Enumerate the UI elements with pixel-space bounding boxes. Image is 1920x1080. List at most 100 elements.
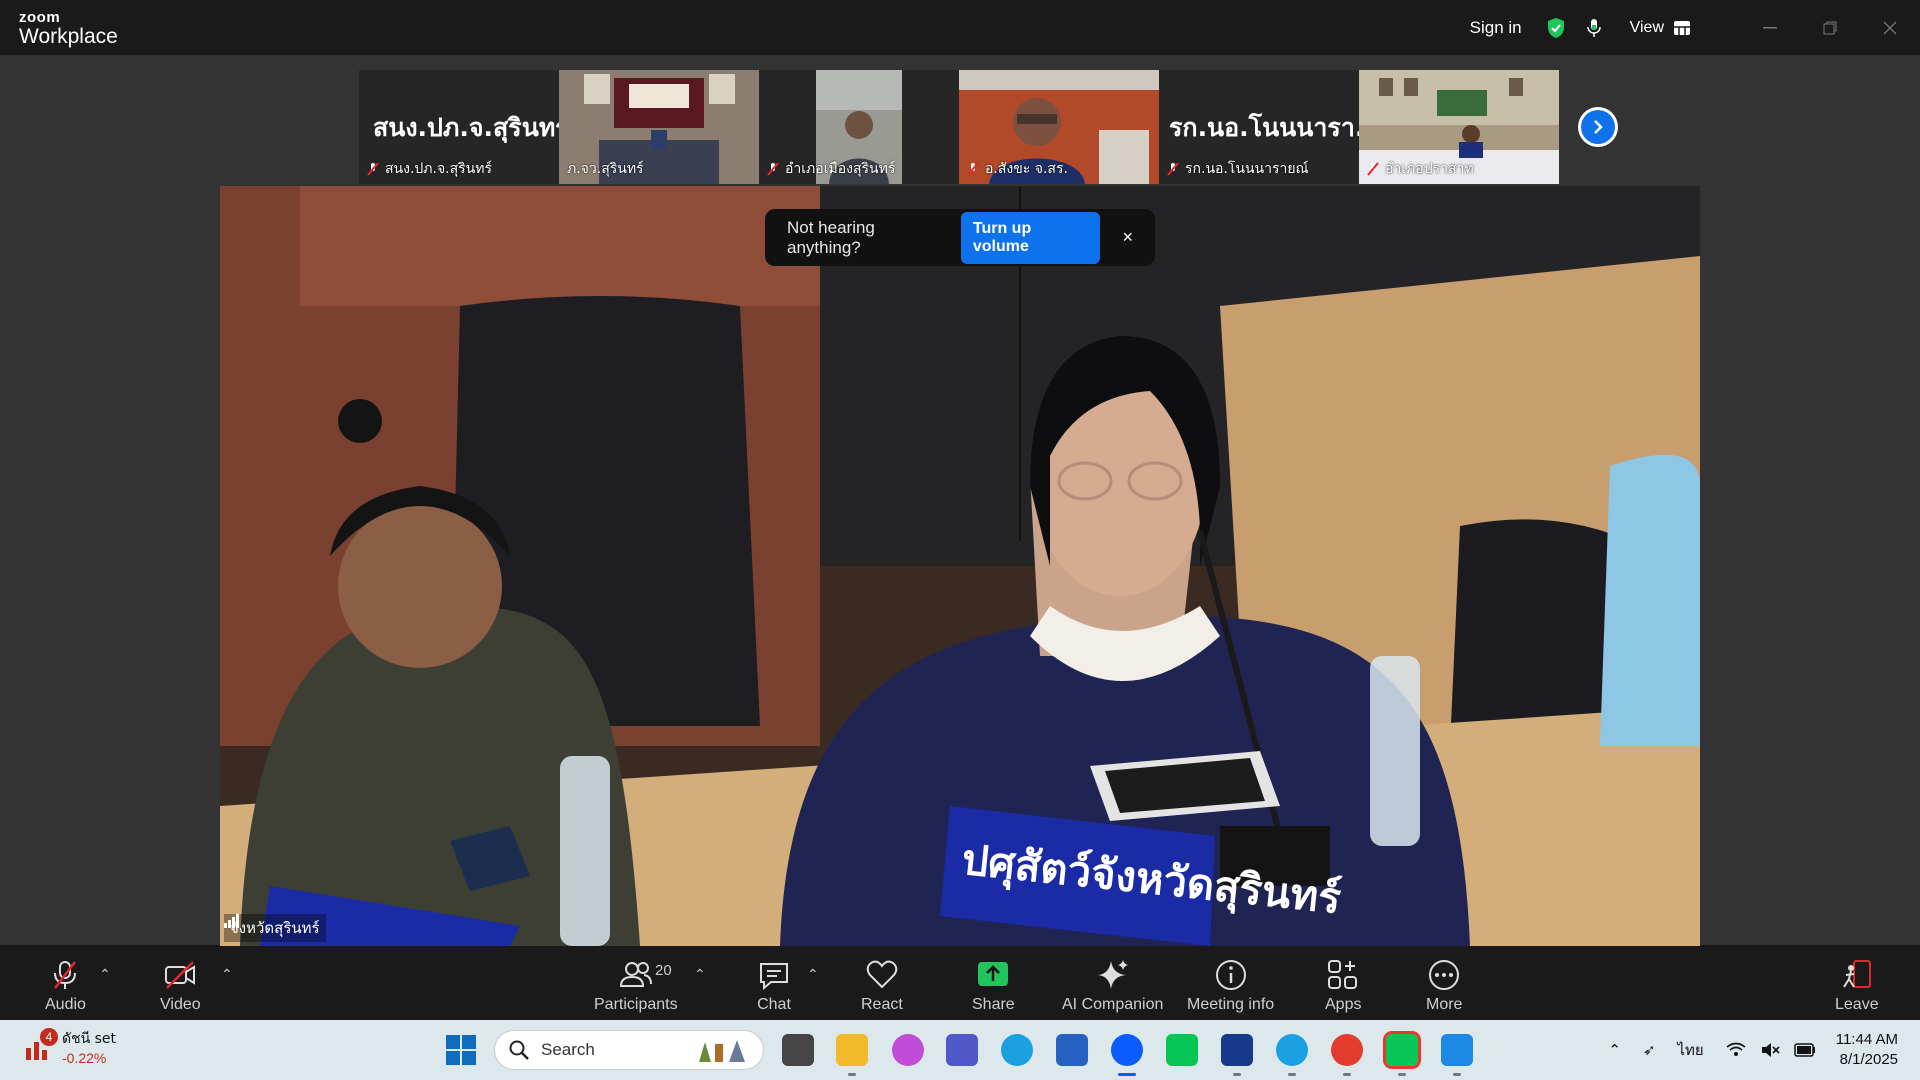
- network-status-icon[interactable]: ➶: [1643, 1041, 1656, 1059]
- participant-label: สนง.ปภ.จ.สุรินทร์: [367, 158, 492, 180]
- participant-name: อำเภอปราสาท: [1385, 161, 1474, 177]
- turn-up-volume-button[interactable]: Turn up volume: [960, 211, 1101, 264]
- teams-icon[interactable]: [946, 1034, 978, 1066]
- video-off-icon: [165, 961, 196, 989]
- signal-strength-icon: [224, 914, 239, 928]
- encryption-shield-icon[interactable]: [1546, 17, 1566, 39]
- apps-icon: [1328, 960, 1358, 989]
- chat-bubble-icon: [760, 963, 788, 991]
- maximize-button[interactable]: [1800, 0, 1860, 55]
- mic-activity-icon: [1586, 18, 1601, 37]
- leave-icon: [1842, 960, 1871, 988]
- stock-widget[interactable]: 4 ดัชนี set -0.22%: [24, 1028, 116, 1066]
- minimize-button[interactable]: [1740, 0, 1800, 55]
- photos-icon[interactable]: [1441, 1034, 1473, 1066]
- line-app-icon[interactable]: [1166, 1034, 1198, 1066]
- chat-button[interactable]: Chat: [757, 946, 791, 1020]
- edge-icon[interactable]: [1001, 1034, 1033, 1066]
- ai-companion-button[interactable]: AI Companion: [1062, 946, 1163, 1020]
- logo-bottom-text: Workplace: [19, 25, 118, 48]
- title-bar: zoom Workplace Sign in View: [0, 0, 1920, 55]
- apps-label: Apps: [1325, 996, 1362, 1013]
- audio-label: Audio: [45, 996, 86, 1013]
- system-tray: ⌃ ➶ ไทย 11:44 AM 8/1/2025: [1608, 1020, 1920, 1080]
- audio-options-caret[interactable]: ⌃: [99, 966, 111, 983]
- participant-tile[interactable]: สนง.ปภ.จ.สุรินทร์ สนง.ปภ.จ.สุรินทร์: [359, 70, 559, 184]
- clock[interactable]: 11:44 AM 8/1/2025: [1836, 1030, 1898, 1070]
- view-button[interactable]: View: [1630, 19, 1690, 37]
- participants-count: 20: [655, 962, 672, 979]
- close-window-button[interactable]: [1860, 0, 1920, 55]
- share-button[interactable]: Share: [972, 946, 1015, 1020]
- muted-mic-icon: [1167, 162, 1179, 176]
- volume-muted-icon[interactable]: [1760, 1042, 1780, 1058]
- video-button[interactable]: Video: [160, 946, 201, 1020]
- participant-label: อำเภอปราสาท: [1367, 158, 1474, 180]
- line-app-active-icon[interactable]: [1383, 1031, 1421, 1069]
- toast-close-button[interactable]: ×: [1122, 227, 1133, 248]
- show-hidden-icons-chevron[interactable]: ⌃: [1608, 1041, 1621, 1059]
- muted-mic-icon: [967, 162, 979, 176]
- clock-date: 8/1/2025: [1839, 1051, 1898, 1068]
- participant-tile[interactable]: ภ.จว.สุรินทร์: [559, 70, 759, 184]
- more-label: More: [1426, 996, 1463, 1013]
- stock-change: -0.22%: [62, 1050, 107, 1066]
- task-view-icon[interactable]: [782, 1034, 814, 1066]
- close-icon: [1883, 21, 1897, 34]
- speaker-label: จังหวัดสุรินทร์: [224, 914, 326, 942]
- next-page-button[interactable]: [1578, 107, 1618, 147]
- battery-icon[interactable]: [1793, 1043, 1816, 1057]
- participant-thumbnail-strip: สนง.ปภ.จ.สุรินทร์ สนง.ปภ.จ.สุรินทร์ ภ.จว…: [359, 70, 1559, 184]
- video-options-caret[interactable]: ⌃: [221, 966, 233, 983]
- more-button[interactable]: More: [1426, 946, 1462, 1020]
- word-icon[interactable]: [1221, 1034, 1253, 1066]
- audio-hint-toast: Not hearing anything? Turn up volume ×: [765, 209, 1155, 266]
- chat-options-caret[interactable]: ⌃: [807, 966, 819, 983]
- muted-mic-icon: [54, 961, 77, 989]
- sign-in-link[interactable]: Sign in: [1470, 18, 1522, 38]
- ai-companion-label: AI Companion: [1062, 996, 1164, 1013]
- windows-taskbar: 4 ดัชนี set -0.22% Search ⌃ ➶ ไทย 11:44 …: [0, 1020, 1920, 1080]
- edge-beta-icon[interactable]: [1276, 1034, 1308, 1066]
- taskbar-search-input[interactable]: Search: [494, 1030, 764, 1070]
- participants-icon: [619, 962, 652, 987]
- minimize-icon: [1763, 26, 1777, 28]
- participant-name: อำเภอเมืองสุรินทร์: [785, 161, 896, 177]
- participant-tile[interactable]: อำเภอเมืองสุรินทร์: [759, 70, 959, 184]
- react-button[interactable]: React: [861, 946, 903, 1020]
- participant-display-name: รก.นอ.โนนนารา...: [1169, 113, 1359, 142]
- participant-label: ภ.จว.สุรินทร์: [567, 158, 644, 180]
- meeting-info-label: Meeting info: [1187, 996, 1275, 1013]
- active-speaker-video[interactable]: ปศุสัตว์จังหวัดสุรินทร์ จังหวัดสุรินทร์: [220, 186, 1700, 946]
- wifi-icon[interactable]: [1726, 1042, 1746, 1058]
- input-language[interactable]: ไทย: [1678, 1038, 1704, 1062]
- participants-options-caret[interactable]: ⌃: [694, 966, 706, 983]
- audio-button[interactable]: Audio: [45, 946, 86, 1020]
- apps-button[interactable]: Apps: [1325, 946, 1361, 1020]
- participant-tile[interactable]: อำเภอปราสาท: [1359, 70, 1559, 184]
- participant-tile[interactable]: อ.สังขะ จ.สร.: [959, 70, 1159, 184]
- windows-start-icon[interactable]: [445, 1034, 477, 1066]
- zoom-app-icon[interactable]: [1111, 1034, 1143, 1066]
- store-icon[interactable]: [1056, 1034, 1088, 1066]
- share-label: Share: [972, 996, 1015, 1013]
- chat-label: Chat: [757, 996, 791, 1013]
- toast-message: Not hearing anything?: [787, 217, 875, 257]
- muted-mic-icon: [767, 162, 779, 176]
- meeting-toolbar: Audio ⌃ Video ⌃ Participants 20 ⌃ Chat ⌃: [0, 946, 1920, 1020]
- leave-button[interactable]: Leave: [1835, 946, 1879, 1020]
- participant-name: ภ.จว.สุรินทร์: [567, 161, 644, 177]
- meeting-info-button[interactable]: Meeting info: [1187, 946, 1274, 1020]
- participant-display-name: สนง.ปภ.จ.สุรินทร์: [373, 113, 559, 142]
- copilot-icon[interactable]: [892, 1034, 924, 1066]
- notification-badge: 4: [40, 1028, 58, 1046]
- more-dots-icon: [1429, 960, 1460, 990]
- participant-tile[interactable]: รก.นอ.โนนนารา... รก.นอ.โนนนารายณ์: [1159, 70, 1359, 184]
- participants-label: Participants: [594, 996, 678, 1013]
- chrome-icon[interactable]: [1331, 1034, 1363, 1066]
- view-label: View: [1629, 18, 1664, 36]
- participants-button[interactable]: Participants: [594, 946, 678, 1020]
- participant-label: อ.สังขะ จ.สร.: [967, 158, 1068, 180]
- clock-time: 11:44 AM: [1835, 1031, 1898, 1048]
- file-explorer-icon[interactable]: [836, 1034, 868, 1066]
